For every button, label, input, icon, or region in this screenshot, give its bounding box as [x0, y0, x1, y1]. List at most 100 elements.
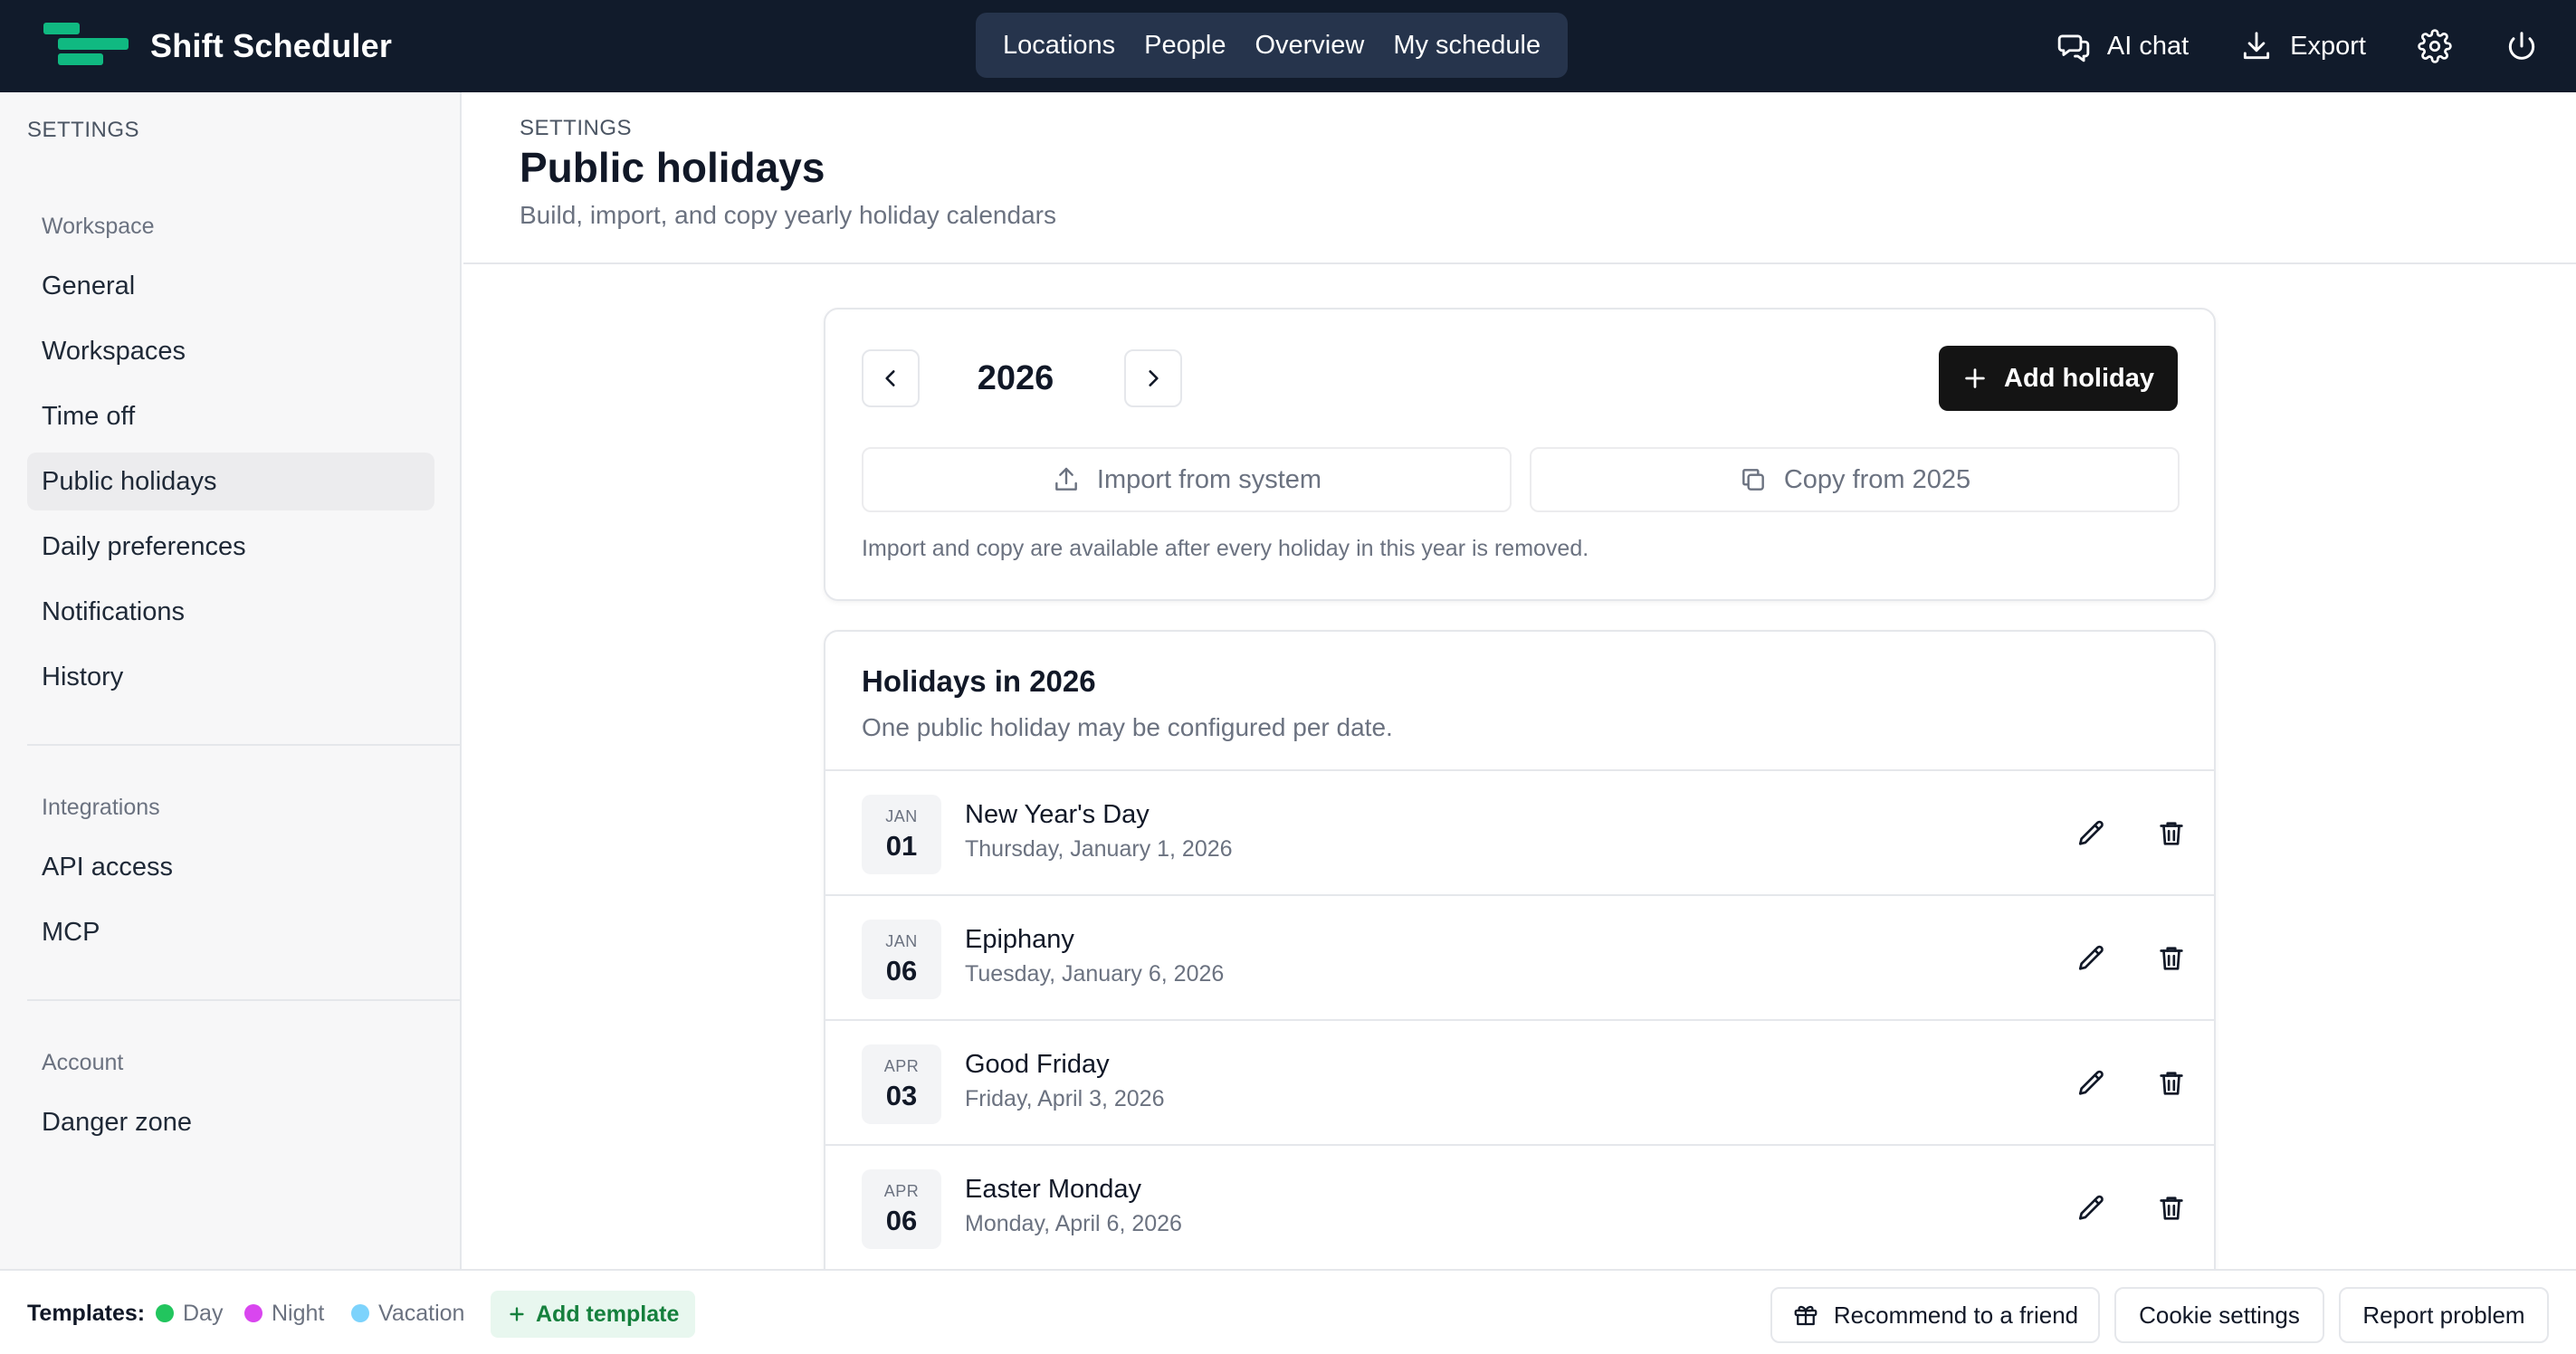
sidebar-section-title: Integrations — [42, 794, 160, 820]
holiday-name: New Year's Day — [965, 800, 1150, 829]
pencil-icon — [2078, 820, 2104, 845]
main-nav: Locations People Overview My schedule — [976, 13, 1569, 78]
delete-holiday-button[interactable] — [2149, 1061, 2194, 1106]
recommend-label: Recommend to a friend — [1833, 1301, 2079, 1329]
template-vacation[interactable]: Vacation — [351, 1271, 464, 1354]
breadcrumb: SETTINGS — [520, 116, 633, 140]
sidebar-divider — [27, 744, 460, 746]
chevron-left-icon — [885, 370, 895, 386]
page-header: SETTINGS Public holidays Build, import, … — [463, 92, 2576, 264]
ai-chat-label: AI chat — [2106, 31, 2190, 61]
holidays-title: Holidays in 2026 — [862, 664, 1096, 698]
brand[interactable]: Shift Scheduler — [43, 0, 392, 92]
copy-from-previous-year-button[interactable]: Copy from 2025 — [1530, 447, 2180, 512]
import-copy-note: Import and copy are available after ever… — [862, 536, 1589, 561]
import-from-system-button[interactable]: Import from system — [862, 447, 1512, 512]
year-label: 2026 — [977, 358, 1054, 397]
edit-holiday-button[interactable] — [2069, 936, 2114, 981]
logout-button[interactable] — [2504, 28, 2540, 64]
holiday-date: Friday, April 3, 2026 — [965, 1086, 1165, 1111]
date-badge: APR 03 — [862, 1044, 941, 1124]
export-button[interactable]: Export — [2239, 29, 2366, 63]
sidebar-item-daily-preferences[interactable]: Daily preferences — [27, 518, 434, 576]
sidebar-section-workspace: Workspace General Workspaces Time off Pu… — [27, 208, 434, 713]
edit-holiday-button[interactable] — [2069, 811, 2114, 856]
sidebar-heading: SETTINGS — [27, 118, 140, 142]
recommend-button[interactable]: Recommend to a friend — [1770, 1287, 2100, 1343]
sidebar-item-history[interactable]: History — [27, 648, 434, 706]
report-problem-label: Report problem — [2362, 1301, 2525, 1329]
next-year-button[interactable] — [1124, 349, 1182, 407]
holidays-card: Holidays in 2026 One public holiday may … — [824, 630, 2216, 1318]
template-day[interactable]: Day — [156, 1271, 223, 1354]
power-icon — [2508, 32, 2535, 60]
sidebar-item-general[interactable]: General — [27, 257, 434, 315]
templates-label: Templates: — [27, 1300, 146, 1326]
copy-icon — [1741, 469, 1764, 491]
top-bar: Shift Scheduler Locations People Overvie… — [0, 0, 2576, 92]
delete-holiday-button[interactable] — [2149, 1186, 2194, 1231]
nav-item-locations[interactable]: Locations — [988, 13, 1130, 78]
sidebar-item-notifications[interactable]: Notifications — [27, 583, 434, 641]
template-color-dot — [156, 1304, 174, 1322]
template-name: Day — [183, 1300, 224, 1326]
sidebar-item-time-off[interactable]: Time off — [27, 387, 434, 445]
export-label: Export — [2290, 31, 2366, 61]
sidebar-section-account: Account Danger zone — [27, 1044, 434, 1159]
holidays-subtitle: One public holiday may be configured per… — [862, 713, 1393, 741]
sidebar-item-api-access[interactable]: API access — [27, 838, 434, 896]
date-day: 03 — [885, 1079, 918, 1111]
template-night[interactable]: Night — [244, 1271, 324, 1354]
delete-holiday-button[interactable] — [2149, 936, 2194, 981]
add-template-label: Add template — [536, 1301, 680, 1327]
trash-icon — [2160, 947, 2183, 970]
date-day: 01 — [885, 829, 918, 862]
nav-item-my-schedule[interactable]: My schedule — [1379, 13, 1555, 78]
holiday-date: Monday, April 6, 2026 — [965, 1211, 1182, 1236]
holiday-name: Easter Monday — [965, 1175, 1142, 1204]
template-name: Vacation — [378, 1300, 465, 1326]
footer-bar: Templates: Day Night Vacation Add templa… — [0, 1269, 2576, 1354]
date-day: 06 — [885, 1204, 918, 1236]
sidebar-section-title: Account — [42, 1049, 124, 1075]
plus-icon — [1965, 368, 1985, 388]
holiday-name: Epiphany — [965, 925, 1074, 954]
sidebar-item-danger-zone[interactable]: Danger zone — [27, 1093, 434, 1151]
sidebar-item-mcp[interactable]: MCP — [27, 903, 434, 961]
add-holiday-label: Add holiday — [2004, 363, 2154, 393]
upload-icon — [1055, 467, 1077, 491]
sidebar-item-public-holidays[interactable]: Public holidays — [27, 453, 434, 510]
app-title: Shift Scheduler — [150, 27, 393, 64]
date-month: JAN — [885, 931, 918, 950]
nav-item-people[interactable]: People — [1130, 13, 1240, 78]
add-template-button[interactable]: Add template — [491, 1291, 696, 1338]
page-subtitle: Build, import, and copy yearly holiday c… — [520, 201, 1056, 229]
chevron-right-icon — [1149, 370, 1159, 386]
add-holiday-button[interactable]: Add holiday — [1939, 346, 2178, 411]
holiday-date: Thursday, January 1, 2026 — [965, 836, 1233, 862]
nav-item-overview[interactable]: Overview — [1240, 13, 1379, 78]
edit-holiday-button[interactable] — [2069, 1061, 2114, 1106]
template-name: Night — [272, 1300, 325, 1326]
gift-icon — [1794, 1305, 1818, 1326]
ai-chat-button[interactable]: AI chat — [2056, 29, 2189, 63]
holiday-row: JAN 01 New Year's Day Thursday, January … — [825, 769, 2214, 894]
import-label: Import from system — [1096, 464, 1322, 494]
download-icon — [2244, 32, 2270, 60]
edit-holiday-button[interactable] — [2069, 1186, 2114, 1231]
sidebar-section-integrations: Integrations API access MCP — [27, 789, 434, 968]
template-color-dot — [244, 1304, 262, 1322]
pencil-icon — [2078, 1195, 2104, 1220]
delete-holiday-button[interactable] — [2149, 811, 2194, 856]
pencil-icon — [2078, 1070, 2104, 1095]
sidebar-item-workspaces[interactable]: Workspaces — [27, 322, 434, 380]
settings-button[interactable] — [2417, 28, 2453, 64]
holidays-list: JAN 01 New Year's Day Thursday, January … — [825, 769, 2214, 1269]
holiday-row: JAN 06 Epiphany Tuesday, January 6, 2026 — [825, 894, 2214, 1019]
cookie-settings-button[interactable]: Cookie settings — [2114, 1287, 2324, 1343]
report-problem-button[interactable]: Report problem — [2339, 1287, 2549, 1343]
date-badge: JAN 01 — [862, 795, 941, 874]
date-badge: JAN 06 — [862, 920, 941, 999]
date-month: APR — [883, 1181, 920, 1200]
previous-year-button[interactable] — [862, 349, 920, 407]
